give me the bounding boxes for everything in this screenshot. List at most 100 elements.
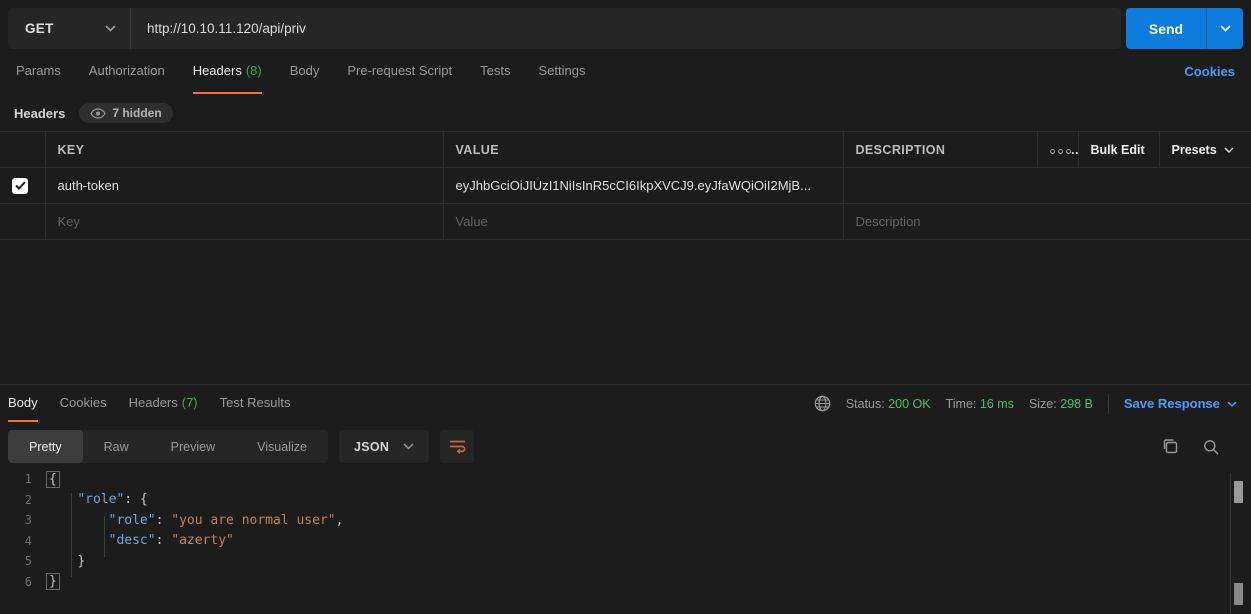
table-header-row: KEY VALUE DESCRIPTION Bulk Edit Presets [0,132,1251,168]
tab-response-body[interactable]: Body [8,385,38,422]
view-raw[interactable]: Raw [83,430,150,463]
send-button-group: Send [1126,8,1243,49]
header-row-empty: Key Value Description [0,204,1251,240]
chevron-down-icon [1224,147,1234,153]
line-number: 6 [0,575,46,589]
method-select[interactable]: GET [8,8,131,49]
tab-authorization-label: Authorization [89,63,165,78]
tab-test-results-label: Test Results [220,395,291,410]
scrollbar-track[interactable] [1230,473,1251,614]
hidden-headers-toggle[interactable]: 7 hidden [79,103,172,123]
tab-authorization[interactable]: Authorization [89,49,165,94]
line-number: 2 [0,493,46,507]
tab-params-label: Params [16,63,61,78]
tab-settings-label: Settings [538,63,585,78]
headers-title: Headers [14,106,65,121]
cookies-label: Cookies [1184,64,1235,79]
view-visualize[interactable]: Visualize [236,430,328,463]
copy-icon[interactable] [1162,438,1179,455]
view-mode-switch: Pretty Raw Preview Visualize [8,430,328,463]
value-cell-text: eyJhbGciOiJIUzI1NiIsInR5cCI6IkpXVCJ9.eyJ… [456,178,811,193]
response-toolbar: Pretty Raw Preview Visualize JSON [8,430,1243,463]
value-cell[interactable]: eyJhbGciOiJIUzI1NiIsInR5cCI6IkpXVCJ9.eyJ… [443,168,843,204]
format-dropdown[interactable]: JSON [339,430,429,463]
fold-marker[interactable]: { [46,471,60,488]
presets-dropdown[interactable]: Presets [1159,132,1251,168]
tab-body[interactable]: Body [290,49,320,94]
code-line: 6 } [0,572,1251,593]
code-line: 1 { [0,469,1251,490]
format-label: JSON [354,440,389,454]
tab-test-results[interactable]: Test Results [220,385,291,422]
network-globe-icon[interactable] [814,395,831,412]
value-input-cell[interactable]: Value [443,204,843,240]
tab-tests-label: Tests [480,63,510,78]
send-button[interactable]: Send [1126,8,1206,49]
tab-response-headers-label: Headers [129,395,178,410]
divider [1108,394,1109,414]
description-input-cell[interactable]: Description [843,204,1251,240]
tab-headers-label: Headers [193,63,242,78]
key-placeholder: Key [58,214,80,229]
line-number: 1 [0,472,46,486]
tab-params[interactable]: Params [16,49,61,94]
key-cell-text: auth-token [58,178,119,193]
column-description: DESCRIPTION [843,132,1037,168]
save-response-button[interactable]: Save Response [1124,396,1243,411]
code-line: 4 "desc": "azerty" [0,531,1251,552]
response-body-code[interactable]: 1 { 2 "role": { 3 "role": "you are norma… [0,469,1251,592]
status-pair: Status: 200 OK [846,397,931,411]
time-label: Time: [946,397,977,411]
indent-guide [104,516,105,557]
hidden-count-label: 7 hidden [112,106,161,120]
cookies-link[interactable]: Cookies [1184,49,1235,94]
scrollbar-thumb[interactable] [1234,583,1243,605]
wrap-lines-icon [449,439,466,454]
send-options-button[interactable] [1206,8,1243,49]
status-label: Status: [846,397,885,411]
scrollbar-thumb[interactable] [1234,481,1243,503]
tab-prerequest-script[interactable]: Pre-request Script [347,49,452,94]
tab-headers[interactable]: Headers (8) [193,49,262,94]
viewer-icons [1162,438,1243,455]
headers-subheader: Headers 7 hidden [0,94,1251,131]
header-row-auth-token: auth-token eyJhbGciOiJIUzI1NiIsInR5cCI6I… [0,168,1251,204]
more-actions-icon[interactable] [1050,149,1071,154]
status-value: 200 OK [888,397,930,411]
size-label: Size: [1029,397,1057,411]
tab-response-cookies-label: Cookies [60,395,107,410]
method-label: GET [25,21,54,36]
chevron-down-icon [105,25,116,32]
view-pretty[interactable]: Pretty [8,430,83,463]
tab-response-headers[interactable]: Headers (7) [129,385,198,422]
tab-prerequest-label: Pre-request Script [347,63,452,78]
time-value: 16 ms [980,397,1014,411]
search-icon[interactable] [1203,439,1219,455]
row-checkbox-checked[interactable] [12,178,28,194]
tab-response-headers-count: (7) [182,395,198,410]
row-checkbox-cell [0,168,45,204]
description-placeholder: Description [856,214,921,229]
fold-marker[interactable]: } [46,573,60,590]
tab-settings[interactable]: Settings [538,49,585,94]
description-cell[interactable] [843,168,1251,204]
response-meta: Status: 200 OK Time: 16 ms Size: 298 B S… [814,385,1243,422]
eye-icon [90,108,106,119]
key-input-cell[interactable]: Key [45,204,443,240]
view-preview[interactable]: Preview [150,430,236,463]
wrap-lines-button[interactable] [440,430,474,463]
column-value: VALUE [443,132,843,168]
chevron-down-icon [1220,25,1231,32]
tab-tests[interactable]: Tests [480,49,510,94]
tab-headers-count: (8) [246,63,262,78]
row-checkbox-cell [0,204,45,240]
bulk-edit-button[interactable]: Bulk Edit [1078,132,1159,168]
key-cell[interactable]: auth-token [45,168,443,204]
size-value: 298 B [1060,397,1093,411]
url-input[interactable]: http://10.10.11.120/api/priv [131,8,1121,49]
tab-response-cookies[interactable]: Cookies [60,385,107,422]
value-placeholder: Value [456,214,488,229]
response-tabs: Body Cookies Headers (7) Test Results St… [0,385,1251,422]
presets-label: Presets [1172,143,1217,157]
response-section: Body Cookies Headers (7) Test Results St… [0,384,1251,592]
